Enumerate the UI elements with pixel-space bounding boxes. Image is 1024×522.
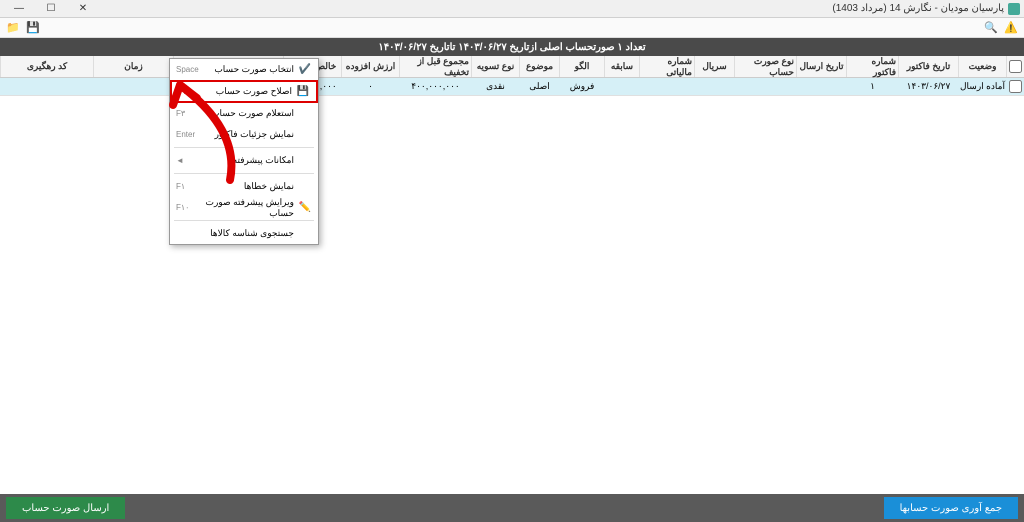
menu-advanced-edit[interactable]: ✏️ ویرایش پیشرفته صورت حساب F۱۰ [170, 197, 318, 218]
cell-invoice-date: ۱۴۰۳/۰۶/۲۷ [898, 78, 958, 95]
cell-pattern: فروش [559, 78, 604, 95]
cell-history [604, 78, 639, 95]
window-titlebar: پارسیان مودیان - نگارش 14 (مرداد 1403) —… [0, 0, 1024, 18]
blank-icon [298, 154, 312, 168]
blank-icon [298, 107, 312, 121]
collect-accounts-button[interactable]: جمع آوری صورت حسابها [884, 497, 1018, 519]
col-checkbox[interactable] [1006, 56, 1024, 77]
window-title: پارسیان مودیان - نگارش 14 (مرداد 1403) [832, 3, 1004, 14]
main-toolbar: ⚠️ 🔍 💾 📁 [0, 18, 1024, 38]
search-icon[interactable]: 🔍 [982, 19, 1000, 37]
cell-vat: ۰ [341, 78, 399, 95]
menu-separator [174, 173, 314, 174]
close-button[interactable]: ✕ [68, 1, 98, 17]
col-tax-no[interactable]: شماره مالیاتی [639, 56, 694, 77]
table-row[interactable]: آماده ارسال ۱۴۰۳/۰۶/۲۷ ۱ فروش اصلی نقدی … [0, 78, 1024, 96]
select-all-checkbox[interactable] [1009, 60, 1022, 73]
col-send-date[interactable]: تاریخ ارسال [796, 56, 846, 77]
warning-icon[interactable]: ⚠️ [1002, 19, 1020, 37]
col-settlement[interactable]: نوع تسویه [471, 56, 519, 77]
grid-body: آماده ارسال ۱۴۰۳/۰۶/۲۷ ۱ فروش اصلی نقدی … [0, 78, 1024, 498]
app-icon [1008, 3, 1020, 15]
cell-tracking [0, 78, 93, 95]
cell-invoice-no: ۱ [846, 78, 898, 95]
menu-advanced-options[interactable]: امکانات پیشرفته ◄ [170, 150, 318, 171]
cell-serial [694, 78, 734, 95]
cell-type [734, 78, 796, 95]
col-invoice-no[interactable]: شماره فاکتور [846, 56, 898, 77]
save-icon: 💾 [296, 85, 310, 99]
context-menu: ✔️ انتخاب صورت حساب Space 💾 اصلاح صورت ح… [169, 58, 319, 245]
col-serial[interactable]: سریال [694, 56, 734, 77]
row-checkbox[interactable] [1009, 80, 1022, 93]
col-account-type[interactable]: نوع صورت حساب [734, 56, 796, 77]
save-icon[interactable]: 💾 [24, 19, 42, 37]
blank-icon [298, 128, 312, 142]
cell-status: آماده ارسال [958, 78, 1006, 95]
menu-separator [174, 220, 314, 221]
grid-header: وضعیت تاریخ فاکتور شماره فاکتور تاریخ ار… [0, 56, 1024, 78]
send-account-button[interactable]: ارسال صورت حساب [6, 497, 125, 519]
col-history[interactable]: سابقه [604, 56, 639, 77]
col-invoice-date[interactable]: تاریخ فاکتور [898, 56, 958, 77]
menu-search-ids[interactable]: جستجوی شناسه کالاها [170, 223, 318, 244]
blank-icon [298, 227, 312, 241]
minimize-button[interactable]: — [4, 1, 34, 17]
menu-show-errors[interactable]: نمایش خطاها F۱ [170, 176, 318, 197]
cell-settlement: نقدی [471, 78, 519, 95]
col-tracking[interactable]: کد رهگیری [0, 56, 93, 77]
cell-send-date [796, 78, 846, 95]
summary-text: تعداد ۱ صورتحساب اصلی ازتاریخ ۱۴۰۳/۰۶/۲۷… [378, 42, 645, 53]
check-icon: ✔️ [298, 63, 312, 77]
menu-show-details[interactable]: نمایش جزئیات فاکتور Enter [170, 124, 318, 145]
menu-edit-account[interactable]: 💾 اصلاح صورت حساب F۲ [170, 80, 318, 103]
cell-time [93, 78, 173, 95]
col-status[interactable]: وضعیت [958, 56, 1006, 77]
col-subject[interactable]: موضوع [519, 56, 559, 77]
bottom-toolbar: جمع آوری صورت حسابها ارسال صورت حساب [0, 494, 1024, 522]
maximize-button[interactable]: ☐ [36, 1, 66, 17]
cell-subject: اصلی [519, 78, 559, 95]
blank-icon [298, 180, 312, 194]
col-pattern[interactable]: الگو [559, 56, 604, 77]
menu-inquiry-account[interactable]: استعلام صورت حساب F۳ [170, 103, 318, 124]
summary-header: تعداد ۱ صورتحساب اصلی ازتاریخ ۱۴۰۳/۰۶/۲۷… [0, 38, 1024, 56]
col-vat[interactable]: ارزش افزوده [341, 56, 399, 77]
col-time[interactable]: زمان [93, 56, 173, 77]
menu-separator [174, 147, 314, 148]
col-before-discount[interactable]: مجموع قبل از تخفیف [399, 56, 471, 77]
edit-icon: ✏️ [298, 201, 312, 215]
menu-select-account[interactable]: ✔️ انتخاب صورت حساب Space [170, 59, 318, 80]
cell-before-discount: ۴۰۰,۰۰۰,۰۰۰ [399, 78, 471, 95]
folder-icon[interactable]: 📁 [4, 19, 22, 37]
window-controls: — ☐ ✕ [4, 1, 98, 17]
cell-tax-no [639, 78, 694, 95]
